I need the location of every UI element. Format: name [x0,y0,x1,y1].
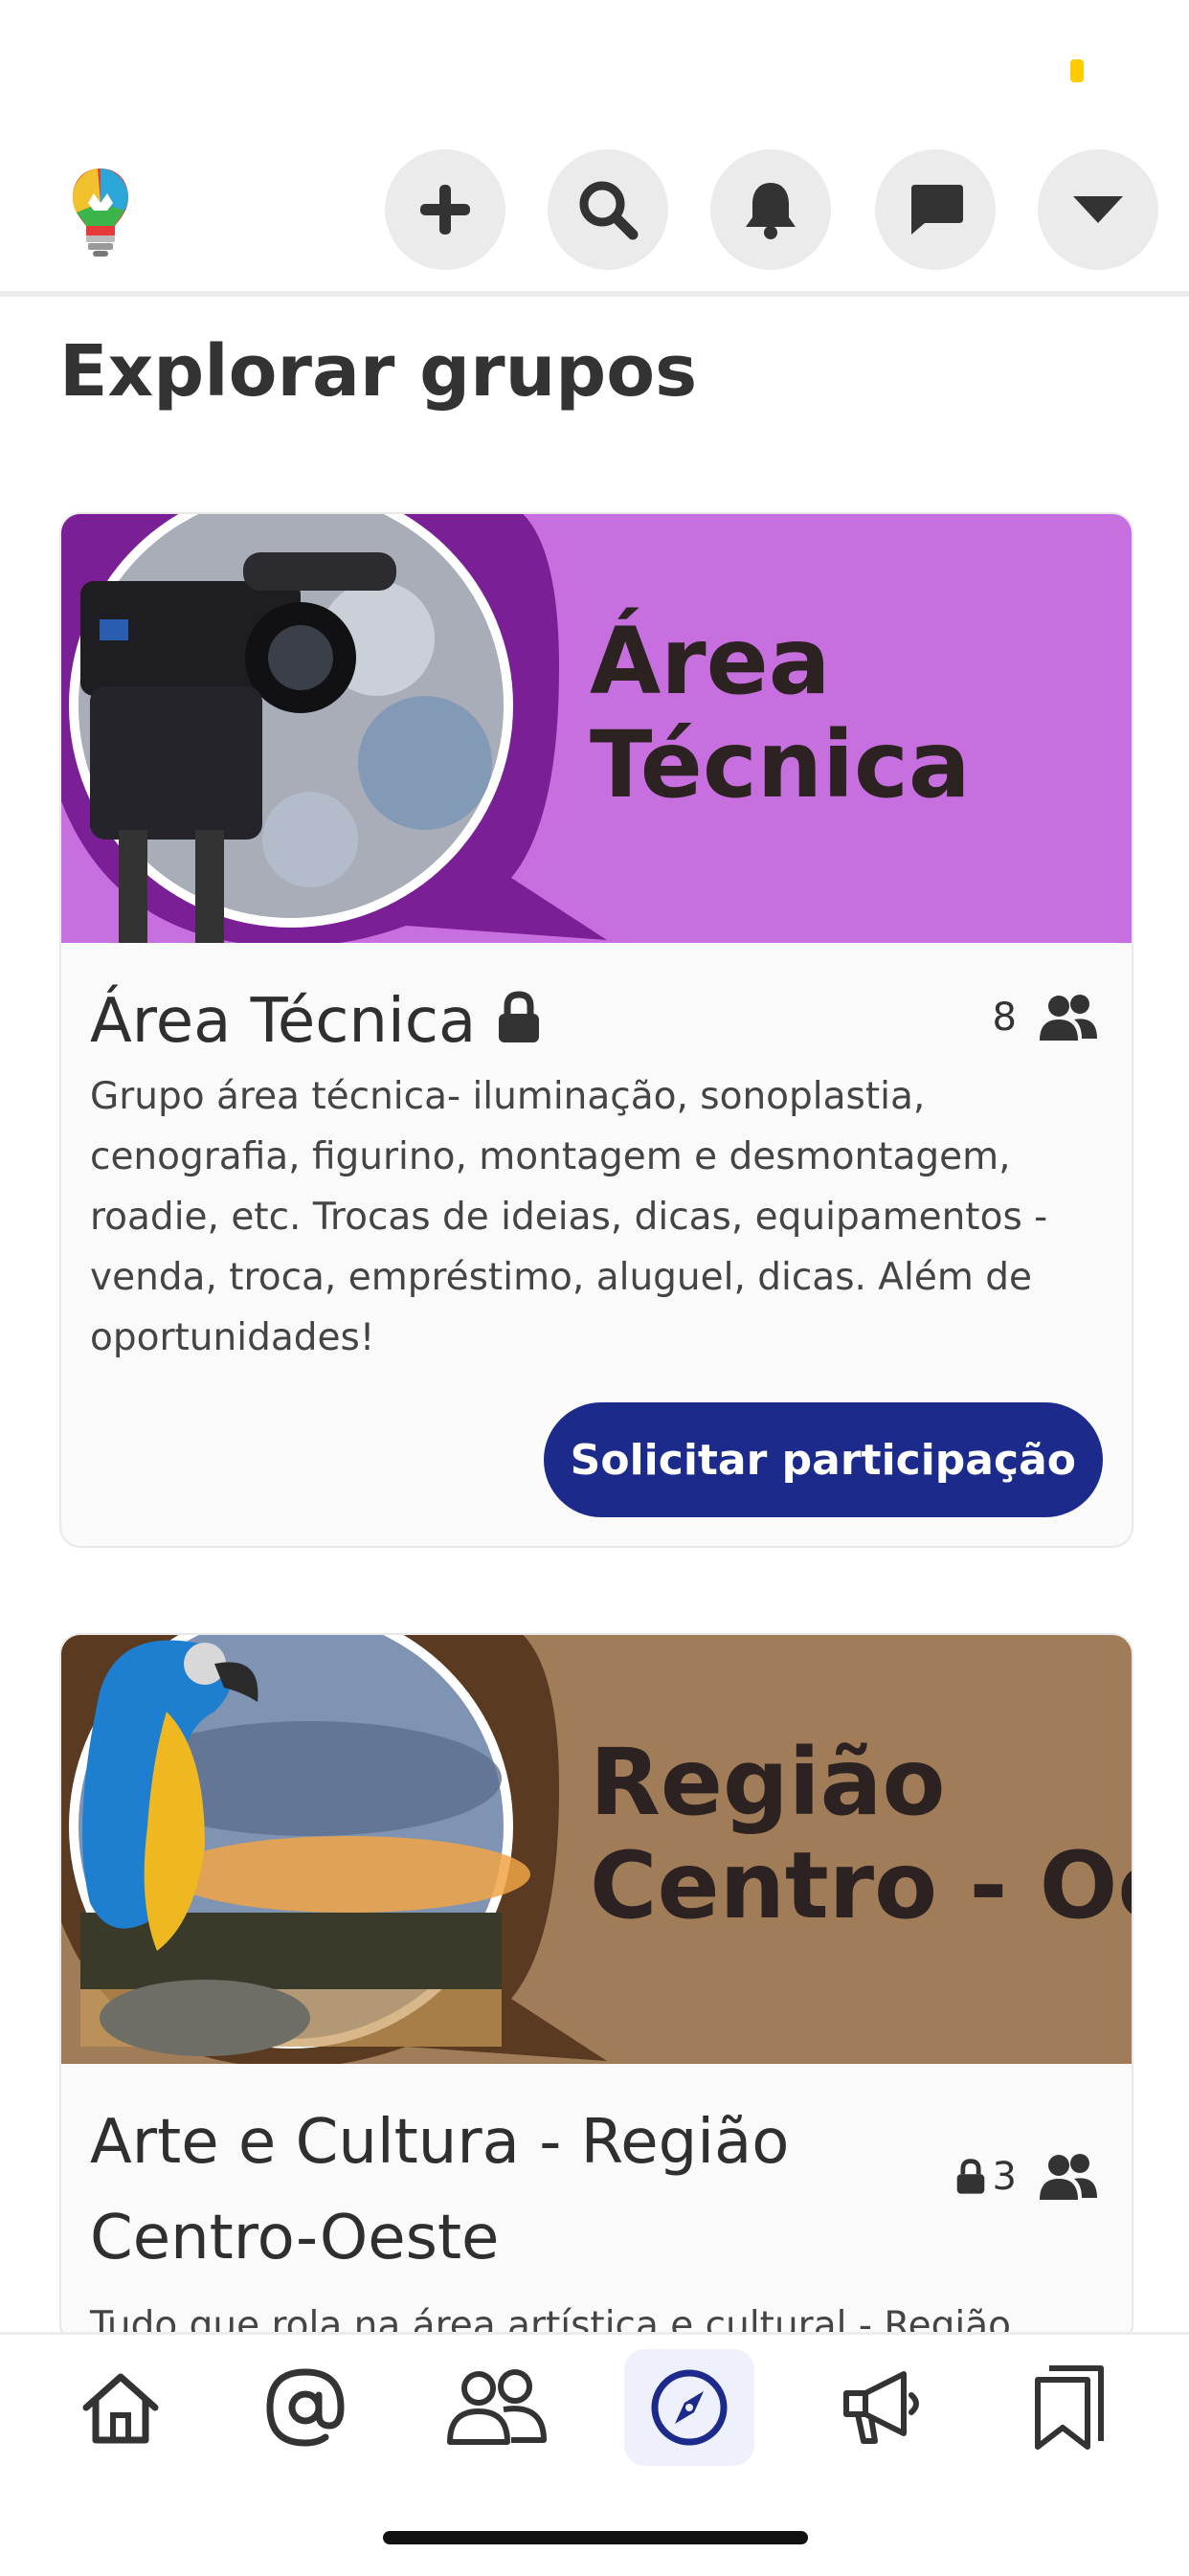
status-bar [0,0,1189,144]
messages-button[interactable] [875,149,996,270]
bell-icon [746,183,796,239]
battery-indicator [1070,59,1084,82]
banner-title: Área Técnica [590,608,971,818]
create-button[interactable] [385,149,505,270]
members-icon [1040,995,1097,1041]
group-banner: Região Centro - Oe [61,1635,1132,2064]
plus-icon [420,185,470,235]
search-button[interactable] [548,149,668,270]
tab-mentions[interactable] [240,2349,370,2466]
members-icon [1040,2154,1097,2200]
member-count: 3 [954,2152,1099,2202]
home-indicator [383,2531,808,2544]
search-icon [579,181,639,240]
page-title: Explorar grupos [59,330,698,413]
lock-icon [956,2159,984,2194]
tab-announcements[interactable] [816,2349,946,2466]
mention-icon [266,2368,345,2447]
tab-explore[interactable] [624,2349,754,2466]
bookmark-icon [1035,2365,1104,2450]
request-join-button[interactable]: Solicitar participação [543,1402,1103,1517]
member-count: 8 [993,993,1099,1042]
tab-home[interactable] [56,2349,186,2466]
chat-icon [911,185,963,235]
group-name[interactable]: Área Técnica [90,974,913,1072]
account-menu-button[interactable] [1038,149,1158,270]
banner-title: Região Centro - Oe [590,1729,1132,1939]
explore-compass-icon [651,2369,728,2446]
group-banner: Área Técnica [61,514,1132,943]
caret-down-icon [1073,196,1123,223]
megaphone-icon [843,2371,919,2444]
home-icon [82,2373,159,2444]
group-card[interactable]: Região Centro - Oe Arte e Cultura - Regi… [59,1633,1133,2345]
group-card[interactable]: Área Técnica Área Técnica 8 Grupo área t… [59,512,1133,1548]
group-name[interactable]: Arte e Cultura - Região Centro-Oeste [90,2094,913,2286]
notifications-button[interactable] [710,149,831,270]
lightbulb-logo[interactable] [69,165,132,260]
groups-icon [447,2369,547,2445]
lock-icon [495,976,543,1072]
tab-groups[interactable] [432,2349,562,2466]
top-nav [0,144,1189,297]
group-description: Grupo área técnica- iluminação, sonoplas… [90,1075,1048,1359]
tab-saved[interactable] [1003,2349,1133,2466]
